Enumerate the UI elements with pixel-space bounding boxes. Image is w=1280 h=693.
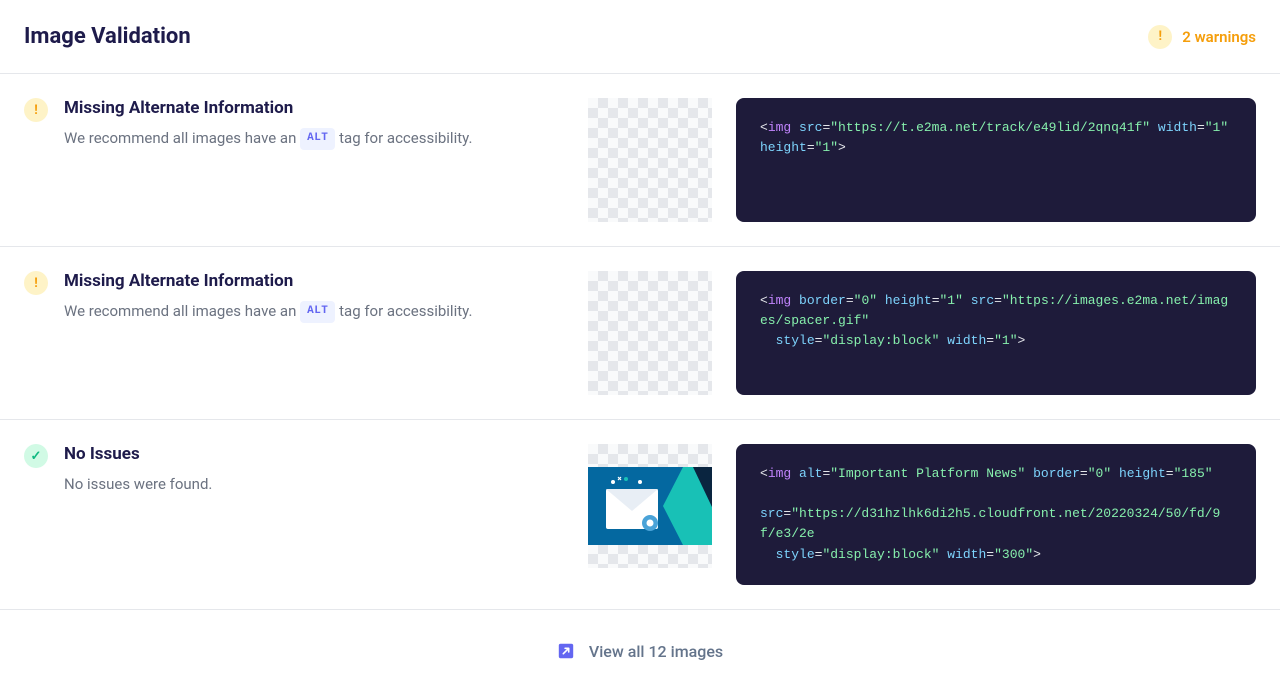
image-preview: [588, 271, 712, 395]
warnings-badge: ! 2 warnings: [1148, 25, 1256, 49]
description-suffix: tag for accessibility.: [335, 302, 472, 320]
validation-item-row: ! Missing Alternate Information We recomme…: [0, 247, 1280, 420]
item-description: We recommend all images have an ALT tag …: [64, 299, 564, 323]
code-snippet: <img alt="Important Platform News" borde…: [736, 444, 1256, 585]
item-info: ! Missing Alternate Information We recomme…: [24, 98, 564, 222]
item-text: No Issues No issues were found.: [64, 444, 564, 585]
warning-icon: !: [24, 98, 48, 122]
alt-tag-badge: ALT: [300, 301, 335, 323]
view-all-images-link[interactable]: View all 12 images: [589, 642, 723, 661]
item-text: Missing Alternate Information We recommen…: [64, 271, 564, 395]
code-snippet: <img border="0" height="1" src="https://…: [736, 271, 1256, 395]
page-title: Image Validation: [24, 24, 191, 49]
alt-tag-badge: ALT: [300, 128, 335, 150]
code-snippet: <img src="https://t.e2ma.net/track/e49li…: [736, 98, 1256, 222]
footer: View all 12 images: [0, 610, 1280, 693]
validation-item-row: ! Missing Alternate Information We recomme…: [0, 74, 1280, 247]
envelope-graphic: [588, 467, 712, 545]
item-title: No Issues: [64, 444, 564, 464]
image-preview: [588, 98, 712, 222]
warnings-count-text: 2 warnings: [1182, 28, 1256, 46]
warning-icon: !: [1148, 25, 1172, 49]
success-check-icon: ✓: [24, 444, 48, 468]
description-prefix: We recommend all images have an: [64, 302, 300, 320]
header: Image Validation ! 2 warnings: [0, 0, 1280, 74]
expand-icon: [557, 642, 575, 660]
description-prefix: No issues were found.: [64, 475, 212, 493]
description-prefix: We recommend all images have an: [64, 129, 300, 147]
warning-icon: !: [24, 271, 48, 295]
item-description: We recommend all images have an ALT tag …: [64, 126, 564, 150]
item-text: Missing Alternate Information We recommen…: [64, 98, 564, 222]
item-description: No issues were found.: [64, 472, 564, 496]
item-info: ! Missing Alternate Information We recomme…: [24, 271, 564, 395]
item-title: Missing Alternate Information: [64, 98, 564, 118]
description-suffix: tag for accessibility.: [335, 129, 472, 147]
item-info: ✓ No Issues No issues were found.: [24, 444, 564, 585]
image-preview: [588, 444, 712, 568]
item-title: Missing Alternate Information: [64, 271, 564, 291]
validation-item-row: ✓ No Issues No issues were found. <img alt…: [0, 420, 1280, 610]
